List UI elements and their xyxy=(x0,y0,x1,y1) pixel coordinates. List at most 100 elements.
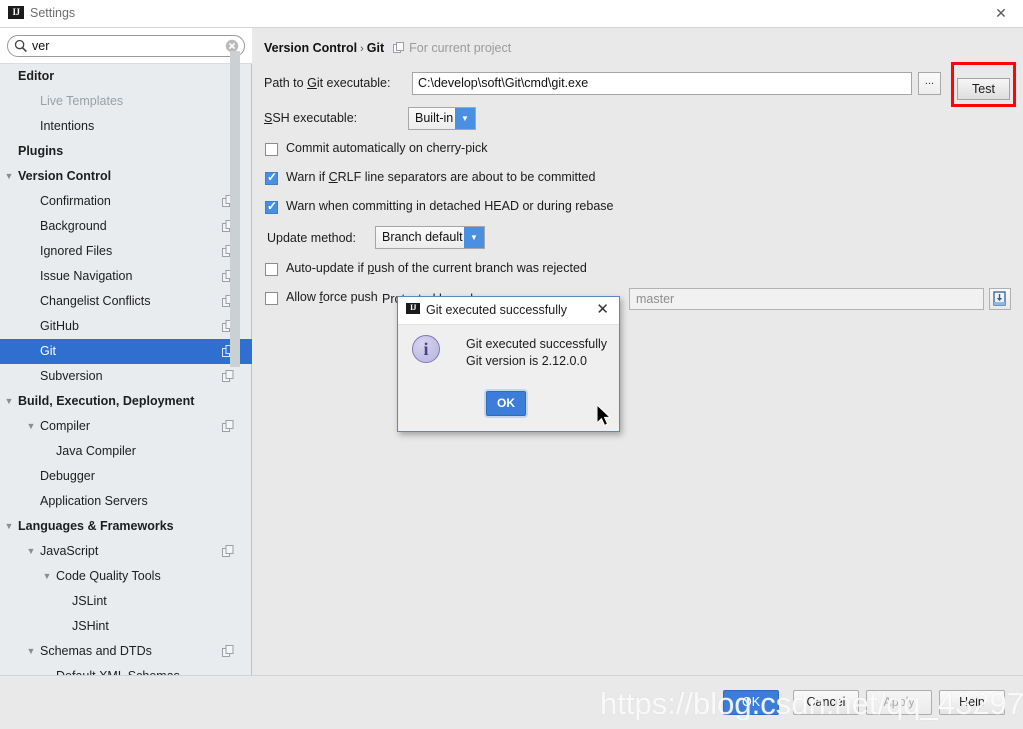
chevron-down-icon[interactable]: ▼ xyxy=(24,414,38,439)
sidebar-item-label: Version Control xyxy=(18,169,112,183)
chevron-down-icon[interactable]: ▼ xyxy=(40,564,54,589)
ok-button[interactable]: OK xyxy=(723,690,779,715)
title-bar: IJ Settings ✕ xyxy=(0,0,1023,28)
dialog-title: Git executed successfully xyxy=(426,303,568,317)
dialog-ok-button[interactable]: OK xyxy=(486,391,526,416)
sidebar-item-ignored-files[interactable]: Ignored Files xyxy=(0,239,252,264)
breadcrumb: Version Control › Git For current project xyxy=(264,41,511,55)
window-title: Settings xyxy=(30,6,76,20)
git-executable-path-input[interactable]: C:\develop\soft\Git\cmd\git.exe xyxy=(412,72,912,95)
search-value: ver xyxy=(32,39,50,53)
sidebar-item-plugins[interactable]: Plugins xyxy=(0,139,252,164)
expand-field-button[interactable] xyxy=(989,288,1011,310)
sidebar-item-label: Languages & Frameworks xyxy=(18,519,174,533)
apply-button[interactable]: Apply xyxy=(866,690,932,715)
help-button[interactable]: Help xyxy=(939,690,1005,715)
update-method-label: Update method: xyxy=(267,231,356,245)
sidebar-item-label: JSHint xyxy=(72,619,109,633)
sidebar-item-label: Code Quality Tools xyxy=(56,569,161,583)
sidebar-item-label: JavaScript xyxy=(40,544,99,558)
project-scope-icon xyxy=(222,545,234,557)
project-scope-icon xyxy=(222,370,234,382)
sidebar-item-default-xml-schemas[interactable]: Default XML Schemas xyxy=(0,664,252,675)
checkbox-box[interactable] xyxy=(265,263,278,276)
settings-tree[interactable]: Editor Live Templates Intentions Plugins ▼ Ve… xyxy=(0,64,252,675)
chevron-down-icon[interactable]: ▼ xyxy=(2,514,16,539)
breadcrumb-scope: For current project xyxy=(409,41,512,55)
browse-button[interactable]: ... xyxy=(918,72,941,95)
chevron-down-icon[interactable]: ▼ xyxy=(24,639,38,664)
chevron-down-icon[interactable]: ▼ xyxy=(464,227,484,248)
checkbox-box[interactable] xyxy=(265,199,278,214)
sidebar-item-javascript[interactable]: ▼ JavaScript xyxy=(0,539,252,564)
sidebar-item-label: Ignored Files xyxy=(40,244,113,258)
sidebar-item-intentions[interactable]: Intentions xyxy=(0,114,252,139)
settings-window: IJ Settings ✕ ver Editor Live Templates In… xyxy=(0,0,1023,729)
sidebar-item-application-servers[interactable]: Application Servers xyxy=(0,489,252,514)
sidebar-item-confirmation[interactable]: Confirmation xyxy=(0,189,252,214)
cancel-button[interactable]: Cancel xyxy=(793,690,859,715)
sidebar-item-languages-frameworks[interactable]: ▼ Languages & Frameworks xyxy=(0,514,252,539)
update-method-select[interactable]: Branch default ▼ xyxy=(375,226,485,249)
checkbox-box[interactable] xyxy=(265,292,278,305)
settings-sidebar: ver Editor Live Templates Intentions Plugin… xyxy=(0,28,252,675)
sidebar-item-java-compiler[interactable]: Java Compiler xyxy=(0,439,252,464)
sidebar-item-jslint[interactable]: JSLint xyxy=(0,589,252,614)
sidebar-item-version-control[interactable]: ▼ Version Control xyxy=(0,164,252,189)
sidebar-item-debugger[interactable]: Debugger xyxy=(0,464,252,489)
sidebar-item-compiler[interactable]: ▼ Compiler xyxy=(0,414,252,439)
git-settings-panel: Version Control › Git For current project P… xyxy=(253,28,1023,675)
checkbox-box[interactable] xyxy=(265,143,278,156)
sidebar-item-code-quality-tools[interactable]: ▼ Code Quality Tools xyxy=(0,564,252,589)
sidebar-item-label: Default XML Schemas xyxy=(56,664,180,675)
checkbox-label: Commit automatically on cherry-pick xyxy=(286,141,488,155)
chevron-down-icon[interactable]: ▼ xyxy=(2,389,16,414)
ssh-executable-value: Built-in xyxy=(415,111,454,125)
sidebar-item-live-templates[interactable]: Live Templates xyxy=(0,89,252,114)
sidebar-item-github[interactable]: GitHub xyxy=(0,314,252,339)
ssh-executable-select[interactable]: Built-in ▼ xyxy=(408,107,476,130)
test-button[interactable]: Test xyxy=(957,78,1010,100)
sidebar-item-label: Live Templates xyxy=(40,94,124,108)
close-icon[interactable]: ✕ xyxy=(596,301,609,319)
chevron-down-icon[interactable]: ▼ xyxy=(455,108,475,129)
sidebar-item-editor[interactable]: Editor xyxy=(0,64,252,89)
info-circle-icon: i xyxy=(412,335,440,363)
update-method-value: Branch default xyxy=(382,230,463,244)
sidebar-item-label: Confirmation xyxy=(40,194,111,208)
dialog-message-line-1: Git executed successfully xyxy=(466,337,608,351)
sidebar-item-issue-navigation[interactable]: Issue Navigation xyxy=(0,264,252,289)
sidebar-item-label: Changelist Conflicts xyxy=(40,294,151,308)
sidebar-item-label: Application Servers xyxy=(40,494,148,508)
chevron-down-icon[interactable]: ▼ xyxy=(24,539,38,564)
sidebar-item-label: Editor xyxy=(18,69,55,83)
checkbox-label: Allow force push xyxy=(286,290,378,304)
sidebar-item-label: Build, Execution, Deployment xyxy=(18,394,195,408)
sidebar-item-git[interactable]: Git xyxy=(0,339,252,364)
sidebar-item-label: Compiler xyxy=(40,419,91,433)
search-input[interactable]: ver xyxy=(7,35,245,57)
checkbox-label: Auto-update if push of the current branc… xyxy=(286,261,587,275)
checkbox-box[interactable] xyxy=(265,170,278,185)
sidebar-item-subversion[interactable]: Subversion xyxy=(0,364,252,389)
git-executed-dialog: IJ Git executed successfully ✕ i Git exe… xyxy=(397,296,620,432)
protected-branches-input[interactable]: master xyxy=(629,288,984,310)
sidebar-item-schemas-and-dtds[interactable]: ▼ Schemas and DTDs xyxy=(0,639,252,664)
checkbox-label: Warn if CRLF line separators are about t… xyxy=(286,170,596,184)
path-label: Path to Git executable: xyxy=(264,76,391,90)
sidebar-item-label: GitHub xyxy=(40,319,79,333)
sidebar-item-label: Intentions xyxy=(40,119,95,133)
sidebar-item-jshint[interactable]: JSHint xyxy=(0,614,252,639)
sidebar-scrollbar-thumb[interactable] xyxy=(230,51,240,367)
sidebar-item-label: JSLint xyxy=(72,594,107,608)
ssh-executable-label: SSH executable: xyxy=(264,111,358,125)
sidebar-item-build-execution-deployment[interactable]: ▼ Build, Execution, Deployment xyxy=(0,389,252,414)
chevron-down-icon[interactable]: ▼ xyxy=(2,164,16,189)
sidebar-item-changelist-conflicts[interactable]: Changelist Conflicts xyxy=(0,289,252,314)
footer-bar: OK Cancel Apply Help xyxy=(0,675,1023,729)
sidebar-item-label: Background xyxy=(40,219,107,233)
sidebar-item-background[interactable]: Background xyxy=(0,214,252,239)
search-row: ver xyxy=(0,28,252,64)
dialog-message-line-2: Git version is 2.12.0.0 xyxy=(466,354,587,368)
close-icon[interactable]: ✕ xyxy=(993,6,1009,22)
